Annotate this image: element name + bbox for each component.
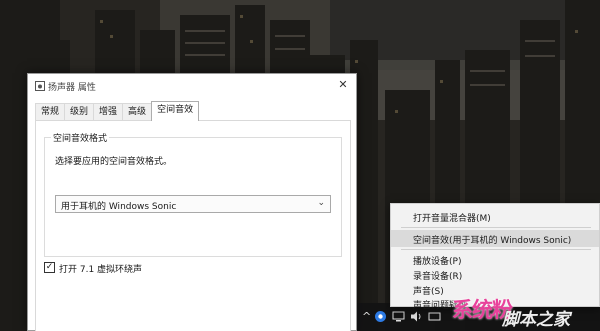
menu-item-label: 打开音量混合器(M) xyxy=(413,214,491,224)
select-value: 用于耳机的 Windows Sonic xyxy=(61,202,177,212)
spatial-format-group: 空间音效格式 选择要应用的空间音效格式。 用于耳机的 Windows Sonic… xyxy=(44,131,342,257)
virtual-surround-label: 打开 7.1 虚拟环绕声 xyxy=(59,265,143,275)
group-title: 空间音效格式 xyxy=(51,131,110,144)
tab-strip: 常规 级别 增强 高级 空间音效 xyxy=(35,101,200,121)
tab-levels[interactable]: 级别 xyxy=(64,103,95,121)
speaker-icon xyxy=(35,81,45,91)
tab-general[interactable]: 常规 xyxy=(35,103,66,121)
tab-advanced[interactable]: 高级 xyxy=(122,103,153,121)
speaker-properties-dialog: 扬声器 属性 ✕ 常规 级别 增强 高级 空间音效 空间音效格式 选择要应用的空… xyxy=(27,73,357,331)
group-description: 选择要应用的空间音效格式。 xyxy=(55,157,173,167)
app-tray-icon[interactable] xyxy=(374,310,387,323)
watermark-subtext: 脚本之家 xyxy=(502,310,570,330)
spatial-sound-panel: 空间音效格式 选择要应用的空间音效格式。 用于耳机的 Windows Sonic… xyxy=(35,120,351,331)
menu-item-volume-mixer[interactable]: 打开音量混合器(M) xyxy=(391,208,599,225)
close-button[interactable]: ✕ xyxy=(330,74,356,96)
dialog-titlebar[interactable]: 扬声器 属性 ✕ xyxy=(28,74,356,98)
site-watermark: 系统粉 脚本之家 xyxy=(452,292,600,331)
spatial-format-select[interactable]: 用于耳机的 Windows Sonic ⌄ xyxy=(55,195,331,213)
menu-separator xyxy=(401,227,591,228)
dialog-title: 扬声器 属性 xyxy=(48,83,96,93)
tab-enhancements[interactable]: 增强 xyxy=(93,103,124,121)
menu-item-label: 空间音效(用于耳机的 Windows Sonic) xyxy=(413,236,572,246)
tab-spatial-sound[interactable]: 空间音效 xyxy=(151,101,200,121)
close-icon: ✕ xyxy=(338,78,348,91)
show-hidden-icons-button[interactable]: ^ xyxy=(362,310,371,323)
virtual-surround-checkbox[interactable]: ✓ xyxy=(44,262,55,273)
chevron-down-icon: ⌄ xyxy=(317,198,325,208)
menu-separator xyxy=(401,249,591,250)
menu-item-spatial-sound[interactable]: 空间音效(用于耳机的 Windows Sonic) xyxy=(391,230,599,247)
